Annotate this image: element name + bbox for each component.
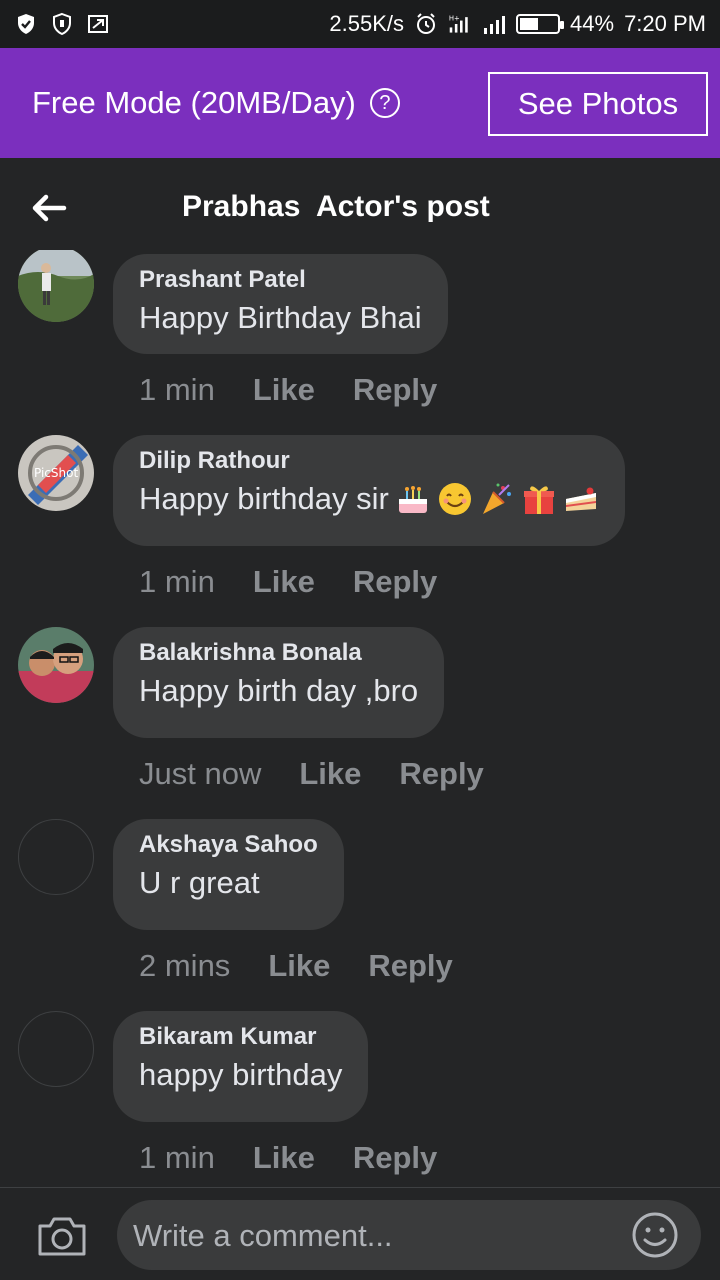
cake-slice-icon — [565, 487, 596, 511]
emoji-picker-icon[interactable] — [631, 1211, 679, 1259]
comment-text: Happy birthday sir — [139, 481, 599, 517]
comment-text: Happy Birthday Bhai — [139, 300, 422, 336]
comment-actions: Just now Like Reply — [139, 756, 484, 792]
comment-text-content: Happy birth day ,bro — [139, 673, 419, 708]
reply-button[interactable]: Reply — [353, 1140, 437, 1176]
screen-cast-icon — [88, 15, 108, 33]
clock: 7:20 PM — [624, 11, 706, 36]
back-arrow-icon[interactable] — [28, 188, 68, 228]
network-speed: 2.55K/s — [329, 11, 405, 36]
avatar[interactable] — [18, 819, 94, 895]
smiling-face-icon — [438, 483, 471, 515]
free-mode-banner: Free Mode (20MB/Day) ? See Photos — [0, 48, 720, 158]
avatar[interactable] — [18, 627, 94, 703]
post-header: Prabhas Actor's post — [0, 158, 720, 258]
like-button[interactable]: Like — [253, 1140, 315, 1176]
battery-icon — [516, 14, 565, 34]
comment-list[interactable]: Prashant Patel Happy Birthday Bhai 1 min… — [0, 250, 720, 1185]
status-bar-right: 2.55K/s H+ 44% 7:20 PM — [329, 11, 706, 37]
comment-text: Happy birth day ,bro — [139, 673, 418, 709]
alarm-icon — [417, 13, 436, 34]
comment-text-content: Happy Birthday Bhai — [139, 300, 422, 335]
free-mode-text: Free Mode (20MB/Day) — [32, 85, 356, 120]
comment-bubble[interactable]: Balakrishna Bonala Happy birth day ,bro — [113, 627, 445, 738]
reply-button[interactable]: Reply — [399, 756, 483, 792]
birthday-cake-icon — [398, 486, 427, 513]
comment-actions: 2 mins Like Reply — [139, 948, 453, 984]
comment-actions: 1 min Like Reply — [139, 564, 437, 600]
shield-icon — [53, 12, 71, 36]
comment-input[interactable] — [131, 1200, 615, 1272]
reply-button[interactable]: Reply — [353, 372, 437, 408]
comment-composer — [0, 1188, 720, 1280]
comment-text: U r great — [139, 865, 318, 901]
like-button[interactable]: Like — [253, 372, 315, 408]
like-button[interactable]: Like — [299, 756, 361, 792]
avatar[interactable] — [18, 1011, 94, 1087]
page-title: Prabhas Actor's post — [182, 190, 490, 223]
help-icon[interactable]: ? — [369, 88, 400, 118]
reply-button[interactable]: Reply — [368, 948, 452, 984]
comment-text-content: U r great — [139, 865, 260, 900]
avatar[interactable] — [18, 250, 94, 322]
reply-button[interactable]: Reply — [353, 564, 437, 600]
camera-icon[interactable] — [36, 1214, 88, 1258]
comment-bubble[interactable]: Bikaram Kumar happy birthday — [113, 1011, 369, 1122]
comment-text: happy birthday — [139, 1057, 342, 1093]
comment-time: 1 min — [139, 564, 215, 599]
comment-author[interactable]: Balakrishna Bonala — [139, 639, 418, 667]
shield-check-icon — [18, 14, 34, 34]
comment-actions: 1 min Like Reply — [139, 372, 437, 408]
gift-icon — [523, 486, 554, 514]
comment-bubble[interactable]: Dilip Rathour Happy birthday sir — [113, 435, 625, 546]
comment-author[interactable]: Dilip Rathour — [139, 447, 599, 475]
like-button[interactable]: Like — [268, 948, 330, 984]
comment-author[interactable]: Akshaya Sahoo — [139, 831, 318, 859]
like-button[interactable]: Like — [253, 564, 315, 600]
comment-input-wrapper — [117, 1200, 701, 1272]
avatar[interactable]: PicShot — [18, 435, 94, 511]
comment-text-content: Happy birthday sir — [139, 481, 389, 516]
comment-actions: 1 min Like Reply — [139, 1140, 437, 1176]
svg-text:H+: H+ — [449, 15, 460, 23]
svg-text:PicShot: PicShot — [34, 466, 78, 480]
signal-icon — [484, 16, 506, 34]
comment-bubble[interactable]: Akshaya Sahoo U r great — [113, 819, 344, 930]
comment-author[interactable]: Bikaram Kumar — [139, 1023, 342, 1051]
comment-bubble[interactable]: Prashant Patel Happy Birthday Bhai — [113, 254, 448, 354]
comment-time: 2 mins — [139, 948, 231, 983]
see-photos-button[interactable]: See Photos — [488, 72, 708, 136]
comment-time: Just now — [139, 756, 262, 791]
comment-time: 1 min — [139, 372, 215, 407]
signal-h-plus-icon: H+ — [449, 15, 468, 33]
comment-author[interactable]: Prashant Patel — [139, 266, 422, 294]
status-bar-left — [14, 12, 110, 36]
comment-text-content: happy birthday — [139, 1057, 343, 1092]
status-bar: 2.55K/s H+ 44% 7:20 PM — [0, 0, 720, 48]
party-popper-icon — [482, 483, 511, 514]
comment-time: 1 min — [139, 1140, 215, 1175]
battery-percent: 44% — [570, 11, 615, 36]
